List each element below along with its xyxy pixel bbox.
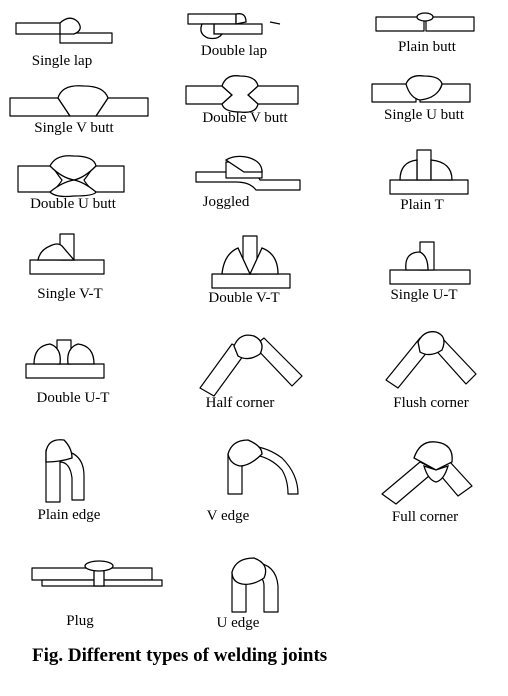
joint-label: V edge [206, 508, 250, 524]
single-u-t-drawing [389, 241, 471, 285]
joggled-drawing [195, 155, 301, 191]
double-u-t-drawing [25, 339, 105, 379]
joint-label: Plain butt [398, 39, 456, 55]
double-lap-drawing [187, 13, 281, 40]
joint-label: Double U butt [30, 196, 116, 212]
joint-label: Single U butt [383, 107, 465, 123]
u-edge-drawing [231, 557, 279, 613]
plain-t-drawing [389, 149, 469, 195]
plain-butt-drawing [375, 12, 475, 32]
joint-label: U edge [216, 615, 260, 631]
single-u-butt-drawing [371, 75, 471, 103]
joint-label: Flush corner [393, 395, 469, 411]
joint-label: Double V-T [208, 290, 280, 306]
joint-label: Double V butt [202, 110, 288, 126]
double-v-t-drawing [211, 235, 291, 289]
figure-caption: Fig. Different types of welding joints [32, 645, 328, 666]
flush-corner-drawing [385, 331, 477, 389]
joint-label: Single V-T [37, 286, 103, 302]
joint-drawings [9, 12, 477, 613]
double-u-butt-drawing [17, 155, 125, 198]
joint-label: Half corner [205, 395, 275, 411]
single-v-butt-drawing [9, 85, 149, 117]
double-v-butt-drawing [185, 75, 299, 113]
joint-label: Plug [66, 613, 94, 629]
plug-drawing [31, 560, 163, 587]
joint-label: Plain edge [37, 507, 101, 523]
joint-label: Single V butt [34, 120, 114, 136]
joint-label: Single U-T [390, 287, 458, 303]
v-edge-drawing [227, 439, 299, 495]
joint-label: Joggled [202, 194, 250, 210]
joint-label: Double lap [200, 43, 268, 59]
half-corner-drawing [199, 334, 303, 397]
joint-label: Full corner [391, 509, 459, 525]
joint-label: Plain T [400, 197, 444, 213]
single-v-t-drawing [29, 233, 105, 275]
plain-edge-drawing [45, 439, 85, 503]
full-corner-drawing [381, 441, 473, 505]
single-lap-drawing [15, 17, 113, 44]
welding-joints-figure: Single lap Double lap Plain butt Single … [0, 0, 508, 691]
joint-label: Single lap [31, 53, 93, 69]
joint-label: Double U-T [36, 390, 110, 406]
